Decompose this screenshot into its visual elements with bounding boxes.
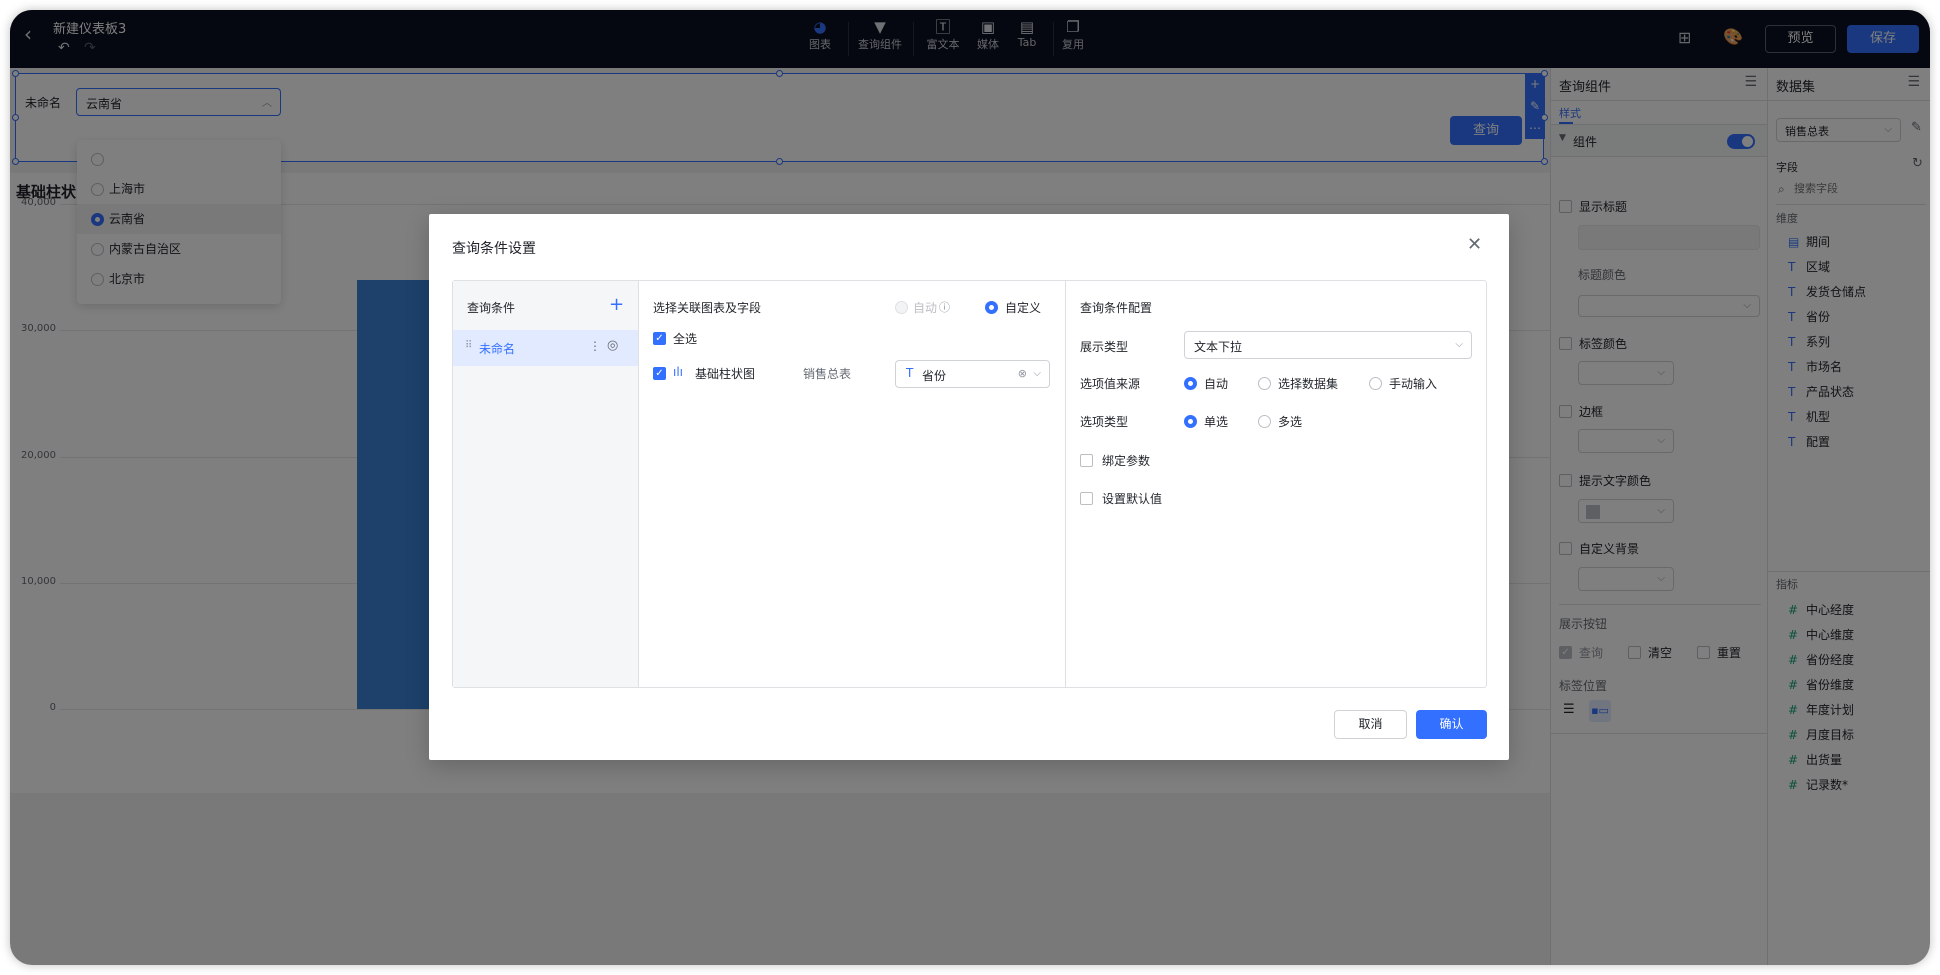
bind-param-checkbox[interactable] <box>1080 454 1093 467</box>
cancel-button[interactable]: 取消 <box>1334 710 1407 739</box>
link-header: 选择关联图表及字段 <box>653 301 762 315</box>
condition-item[interactable]: ⠿ 未命名 ⋮ ◎ <box>453 330 638 366</box>
chart-checkbox[interactable]: ✓ <box>653 367 666 380</box>
source-option-label: 自动 <box>1204 377 1229 391</box>
display-type-select[interactable]: 文本下拉 ⌵ <box>1184 331 1472 359</box>
field-value: 省份 <box>922 369 947 383</box>
dialog-body: 查询条件 + ⠿ 未命名 ⋮ ◎ 选择关联图表及字段 自动 ⓘ 自定义 ✓ 全选 <box>452 280 1487 688</box>
dataset-name: 销售总表 <box>803 367 852 381</box>
auto-label: 自动 <box>913 301 938 315</box>
chart-name: 基础柱状图 <box>695 367 756 381</box>
close-icon[interactable]: ✕ <box>1467 234 1482 255</box>
info-icon[interactable]: ⓘ <box>939 299 950 315</box>
single-select-radio[interactable] <box>1184 415 1197 428</box>
default-value-checkbox[interactable] <box>1080 492 1093 505</box>
query-settings-dialog: 查询条件设置 ✕ 查询条件 + ⠿ 未命名 ⋮ ◎ 选择关联图表及字段 自动 ⓘ <box>429 214 1509 760</box>
display-type-label: 展示类型 <box>1080 340 1129 354</box>
conditions-list: 查询条件 + ⠿ 未命名 ⋮ ◎ <box>453 281 639 687</box>
clear-icon[interactable]: ⊗ <box>1018 367 1027 380</box>
select-all-checkbox[interactable]: ✓ <box>653 332 666 345</box>
conditions-header: 查询条件 <box>467 301 516 315</box>
display-type-value: 文本下拉 <box>1194 340 1243 354</box>
add-condition-icon[interactable]: + <box>609 294 624 315</box>
source-option-label: 手动输入 <box>1389 377 1438 391</box>
chevron-down-icon: ⌵ <box>1455 338 1463 350</box>
condition-config-section: 查询条件配置 展示类型 文本下拉 ⌵ 选项值来源 自动 选择数据集 手动输入 选… <box>1066 281 1486 687</box>
source-label: 选项值来源 <box>1080 377 1141 391</box>
select-all-label: 全选 <box>673 332 698 346</box>
multi-select-radio[interactable] <box>1258 415 1271 428</box>
source-manual-radio[interactable] <box>1369 377 1382 390</box>
eye-icon[interactable]: ◎ <box>607 338 618 353</box>
drag-handle-icon[interactable]: ⠿ <box>465 340 472 351</box>
dialog-title: 查询条件设置 <box>452 241 536 257</box>
default-value-label: 设置默认值 <box>1102 492 1163 506</box>
more-vertical-icon[interactable]: ⋮ <box>589 339 601 353</box>
auto-radio <box>895 301 908 314</box>
custom-radio[interactable] <box>985 301 998 314</box>
bind-param-label: 绑定参数 <box>1102 454 1151 468</box>
field-select[interactable]: T 省份 ⊗ ⌵ <box>895 360 1050 388</box>
bar-chart-icon: ılı <box>673 365 684 379</box>
source-option-label: 选择数据集 <box>1278 377 1339 391</box>
option-type-multi: 多选 <box>1278 415 1303 429</box>
linked-charts-section: 选择关联图表及字段 自动 ⓘ 自定义 ✓ 全选 ✓ ılı 基础柱状图 销售总表… <box>639 281 1066 687</box>
dashboard-editor-window: ‹ 新建仪表板3 ↶ ↷ ◕图表 ▼查询组件 🅃富文本 ▣媒体 ▤Tab ❐复用… <box>10 10 1930 965</box>
confirm-button[interactable]: 确认 <box>1416 710 1487 739</box>
option-type-single: 单选 <box>1204 415 1229 429</box>
config-header: 查询条件配置 <box>1080 301 1153 315</box>
source-dataset-radio[interactable] <box>1258 377 1271 390</box>
condition-item-label: 未命名 <box>479 342 516 356</box>
chevron-down-icon: ⌵ <box>1033 367 1041 379</box>
option-type-label: 选项类型 <box>1080 415 1129 429</box>
custom-label: 自定义 <box>1005 301 1042 315</box>
text-field-icon: T <box>906 366 914 380</box>
source-auto-radio[interactable] <box>1184 377 1197 390</box>
